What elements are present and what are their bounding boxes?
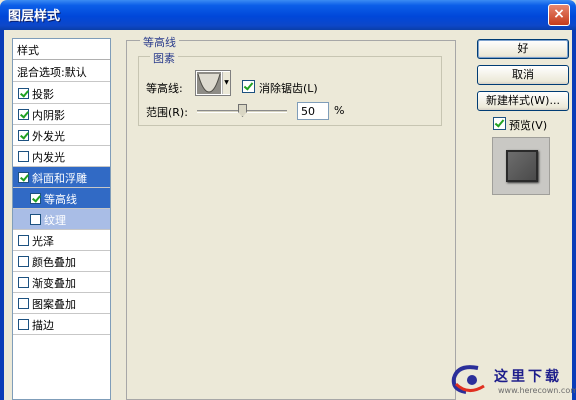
style-item-color-overlay[interactable]: 颜色叠加: [13, 251, 110, 272]
contour-curve-icon[interactable]: [197, 72, 221, 94]
style-item-label: 投影: [32, 88, 54, 101]
style-list-header[interactable]: 样式: [13, 39, 110, 60]
antialias-label[interactable]: 消除锯齿(L): [259, 80, 318, 96]
elements-group-title: 图素: [150, 50, 178, 66]
antialias-checkbox[interactable]: [242, 80, 255, 93]
checkbox-icon[interactable]: [18, 319, 29, 330]
checkmark-icon[interactable]: [18, 109, 29, 120]
style-item-label: 颜色叠加: [32, 256, 76, 269]
ok-button[interactable]: 好: [477, 39, 569, 59]
range-input[interactable]: 50: [297, 102, 329, 120]
contour-label: 等高线:: [146, 82, 183, 95]
site-watermark: 这里下载 www.herecown.com: [448, 362, 576, 398]
style-list: 样式 混合选项:默认 投影 内阴影 外发光 内发光 斜面和浮雕 等高线 纹理 光…: [12, 38, 111, 400]
style-item-satin[interactable]: 光泽: [13, 230, 110, 251]
window-title: 图层样式: [8, 9, 61, 24]
style-item-label: 图案叠加: [32, 298, 76, 311]
style-item-inner-glow[interactable]: 内发光: [13, 146, 110, 167]
watermark-logo-icon: [451, 365, 485, 394]
checkbox-icon[interactable]: [30, 214, 41, 225]
preview-label[interactable]: 预览(V): [509, 117, 547, 133]
style-item-label: 光泽: [32, 235, 54, 248]
style-item-label: 等高线: [44, 193, 77, 206]
checkbox-icon[interactable]: [18, 235, 29, 246]
style-item-label: 外发光: [32, 130, 65, 143]
window-frame-right: [572, 30, 576, 400]
preview-swatch: [506, 150, 538, 182]
style-item-outer-glow[interactable]: 外发光: [13, 125, 110, 146]
close-button[interactable]: ×: [548, 4, 570, 26]
style-item-drop-shadow[interactable]: 投影: [13, 83, 110, 104]
style-item-stroke[interactable]: 描边: [13, 314, 110, 335]
style-item-label: 纹理: [44, 214, 66, 227]
window-frame-left: [0, 30, 4, 400]
style-item-bevel-emboss[interactable]: 斜面和浮雕: [13, 167, 110, 188]
checkbox-icon[interactable]: [18, 277, 29, 288]
style-item-texture[interactable]: 纹理: [13, 209, 110, 230]
range-unit: %: [334, 104, 345, 117]
new-style-button[interactable]: 新建样式(W)...: [477, 91, 569, 111]
style-preview: [492, 137, 550, 195]
preview-checkbox[interactable]: [493, 117, 506, 130]
range-label: 范围(R):: [146, 106, 188, 119]
style-item-contour[interactable]: 等高线: [13, 188, 110, 209]
checkbox-icon[interactable]: [18, 151, 29, 162]
checkmark-icon[interactable]: [30, 193, 41, 204]
checkbox-icon[interactable]: [18, 298, 29, 309]
style-item-label: 内阴影: [32, 109, 65, 122]
checkbox-icon[interactable]: [18, 256, 29, 267]
cancel-button[interactable]: 取消: [477, 65, 569, 85]
contour-group-title: 等高线: [140, 34, 179, 50]
checkmark-icon[interactable]: [18, 172, 29, 183]
watermark-text: 这里下载: [494, 369, 562, 385]
contour-picker[interactable]: ▼: [195, 70, 231, 96]
close-icon: ×: [553, 6, 565, 22]
style-item-label: 内发光: [32, 151, 65, 164]
watermark-url: www.herecown.com: [498, 386, 576, 395]
checkmark-icon[interactable]: [18, 88, 29, 99]
style-item-label: 斜面和浮雕: [32, 172, 87, 185]
style-item-inner-shadow[interactable]: 内阴影: [13, 104, 110, 125]
title-bar: 图层样式 ×: [0, 0, 576, 30]
checkmark-icon[interactable]: [18, 130, 29, 141]
blend-options-item[interactable]: 混合选项:默认: [13, 61, 110, 82]
style-item-label: 渐变叠加: [32, 277, 76, 290]
style-item-gradient-overlay[interactable]: 渐变叠加: [13, 272, 110, 293]
style-item-label: 描边: [32, 319, 54, 332]
style-item-pattern-overlay[interactable]: 图案叠加: [13, 293, 110, 314]
chevron-down-icon[interactable]: ▼: [222, 72, 230, 94]
